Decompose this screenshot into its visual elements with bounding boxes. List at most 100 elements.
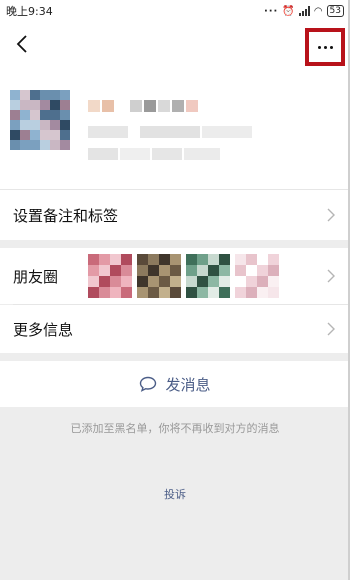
mosaic-pixel bbox=[99, 254, 110, 265]
mosaic-pixel bbox=[137, 287, 148, 298]
mosaic-pixel bbox=[60, 120, 70, 130]
send-message-button[interactable]: 发消息 bbox=[0, 361, 350, 407]
avatar[interactable] bbox=[10, 90, 70, 150]
mosaic-pixel bbox=[60, 90, 70, 100]
mosaic-pixel bbox=[121, 287, 132, 298]
mosaic-pixel bbox=[30, 140, 40, 150]
mosaic-pixel bbox=[208, 254, 219, 265]
moments-thumbnail bbox=[88, 254, 132, 298]
mosaic-pixel bbox=[50, 140, 60, 150]
mosaic-pixel bbox=[148, 265, 159, 276]
complain-link[interactable]: 投诉 bbox=[0, 486, 350, 502]
mosaic-pixel bbox=[148, 276, 159, 287]
mosaic-pixel bbox=[208, 265, 219, 276]
mosaic-pixel bbox=[30, 100, 40, 110]
mosaic-pixel bbox=[40, 120, 50, 130]
mosaic-pixel bbox=[197, 265, 208, 276]
chevron-right-icon bbox=[327, 208, 335, 222]
mosaic-pixel bbox=[246, 254, 257, 265]
mosaic-pixel bbox=[20, 90, 30, 100]
mosaic-pixel bbox=[99, 287, 110, 298]
mosaic-pixel bbox=[235, 265, 246, 276]
mosaic-pixel bbox=[148, 254, 159, 265]
mosaic-pixel bbox=[170, 265, 181, 276]
mosaic-pixel bbox=[88, 265, 99, 276]
mosaic-pixel bbox=[219, 265, 230, 276]
mosaic-pixel bbox=[170, 254, 181, 265]
nav-bar bbox=[0, 22, 350, 68]
moments-thumbnail bbox=[137, 254, 181, 298]
mosaic-pixel bbox=[20, 130, 30, 140]
mosaic-pixel bbox=[40, 140, 50, 150]
mosaic-pixel bbox=[10, 110, 20, 120]
mosaic-pixel bbox=[20, 120, 30, 130]
mosaic-pixel bbox=[50, 120, 60, 130]
mosaic-pixel bbox=[10, 120, 20, 130]
mosaic-pixel bbox=[268, 254, 279, 265]
mosaic-pixel bbox=[219, 276, 230, 287]
mosaic-pixel bbox=[99, 265, 110, 276]
mosaic-pixel bbox=[10, 100, 20, 110]
alarm-icon: ⏰ bbox=[282, 5, 295, 17]
mosaic-pixel bbox=[20, 100, 30, 110]
mosaic-pixel bbox=[30, 120, 40, 130]
mosaic-pixel bbox=[121, 254, 132, 265]
battery-icon: 53 bbox=[326, 5, 344, 17]
mosaic-pixel bbox=[60, 110, 70, 120]
mosaic-pixel bbox=[40, 90, 50, 100]
mosaic-pixel bbox=[257, 254, 268, 265]
mosaic-pixel bbox=[235, 276, 246, 287]
mosaic-pixel bbox=[159, 287, 170, 298]
mosaic-pixel bbox=[268, 287, 279, 298]
mosaic-pixel bbox=[88, 254, 99, 265]
mosaic-pixel bbox=[137, 254, 148, 265]
mosaic-pixel bbox=[268, 265, 279, 276]
mosaic-pixel bbox=[159, 265, 170, 276]
chat-bubble-icon bbox=[140, 376, 157, 392]
mosaic-pixel bbox=[235, 254, 246, 265]
mosaic-pixel bbox=[246, 287, 257, 298]
mosaic-pixel bbox=[40, 110, 50, 120]
status-icons: ··· ⏰ ◠ 53 bbox=[264, 5, 344, 17]
mosaic-pixel bbox=[268, 276, 279, 287]
region-blurred bbox=[88, 148, 220, 160]
moments-thumbnails bbox=[88, 254, 279, 298]
mosaic-pixel bbox=[137, 276, 148, 287]
mosaic-pixel bbox=[186, 265, 197, 276]
mosaic-pixel bbox=[110, 265, 121, 276]
back-arrow-icon[interactable] bbox=[8, 30, 36, 58]
mosaic-pixel bbox=[148, 287, 159, 298]
mosaic-pixel bbox=[235, 287, 246, 298]
mosaic-pixel bbox=[30, 110, 40, 120]
mosaic-pixel bbox=[246, 265, 257, 276]
mosaic-pixel bbox=[10, 130, 20, 140]
mosaic-pixel bbox=[20, 140, 30, 150]
mosaic-pixel bbox=[159, 276, 170, 287]
mosaic-pixel bbox=[110, 254, 121, 265]
mosaic-pixel bbox=[10, 90, 20, 100]
more-options-button[interactable] bbox=[305, 28, 345, 66]
set-remark-tags-row[interactable]: 设置备注和标签 bbox=[0, 190, 350, 240]
mosaic-pixel bbox=[50, 90, 60, 100]
status-time: 晚上9:34 bbox=[6, 5, 53, 18]
mosaic-pixel bbox=[186, 287, 197, 298]
notification-dots-icon: ··· bbox=[263, 5, 279, 17]
mosaic-pixel bbox=[50, 100, 60, 110]
mosaic-pixel bbox=[30, 130, 40, 140]
mosaic-pixel bbox=[186, 276, 197, 287]
mosaic-pixel bbox=[50, 110, 60, 120]
moments-thumbnail bbox=[186, 254, 230, 298]
mosaic-pixel bbox=[40, 130, 50, 140]
mosaic-pixel bbox=[197, 276, 208, 287]
chevron-right-icon bbox=[327, 322, 335, 336]
more-info-row[interactable]: 更多信息 bbox=[0, 305, 350, 353]
moments-row[interactable]: 朋友圈 bbox=[0, 248, 350, 304]
mosaic-pixel bbox=[50, 130, 60, 140]
mosaic-pixel bbox=[88, 287, 99, 298]
blacklist-notice: 已添加至黑名单，你将不再收到对方的消息 bbox=[70, 422, 280, 435]
mosaic-pixel bbox=[257, 287, 268, 298]
mosaic-pixel bbox=[40, 100, 50, 110]
mosaic-pixel bbox=[197, 254, 208, 265]
mosaic-pixel bbox=[99, 276, 110, 287]
signal-icon bbox=[298, 6, 310, 16]
